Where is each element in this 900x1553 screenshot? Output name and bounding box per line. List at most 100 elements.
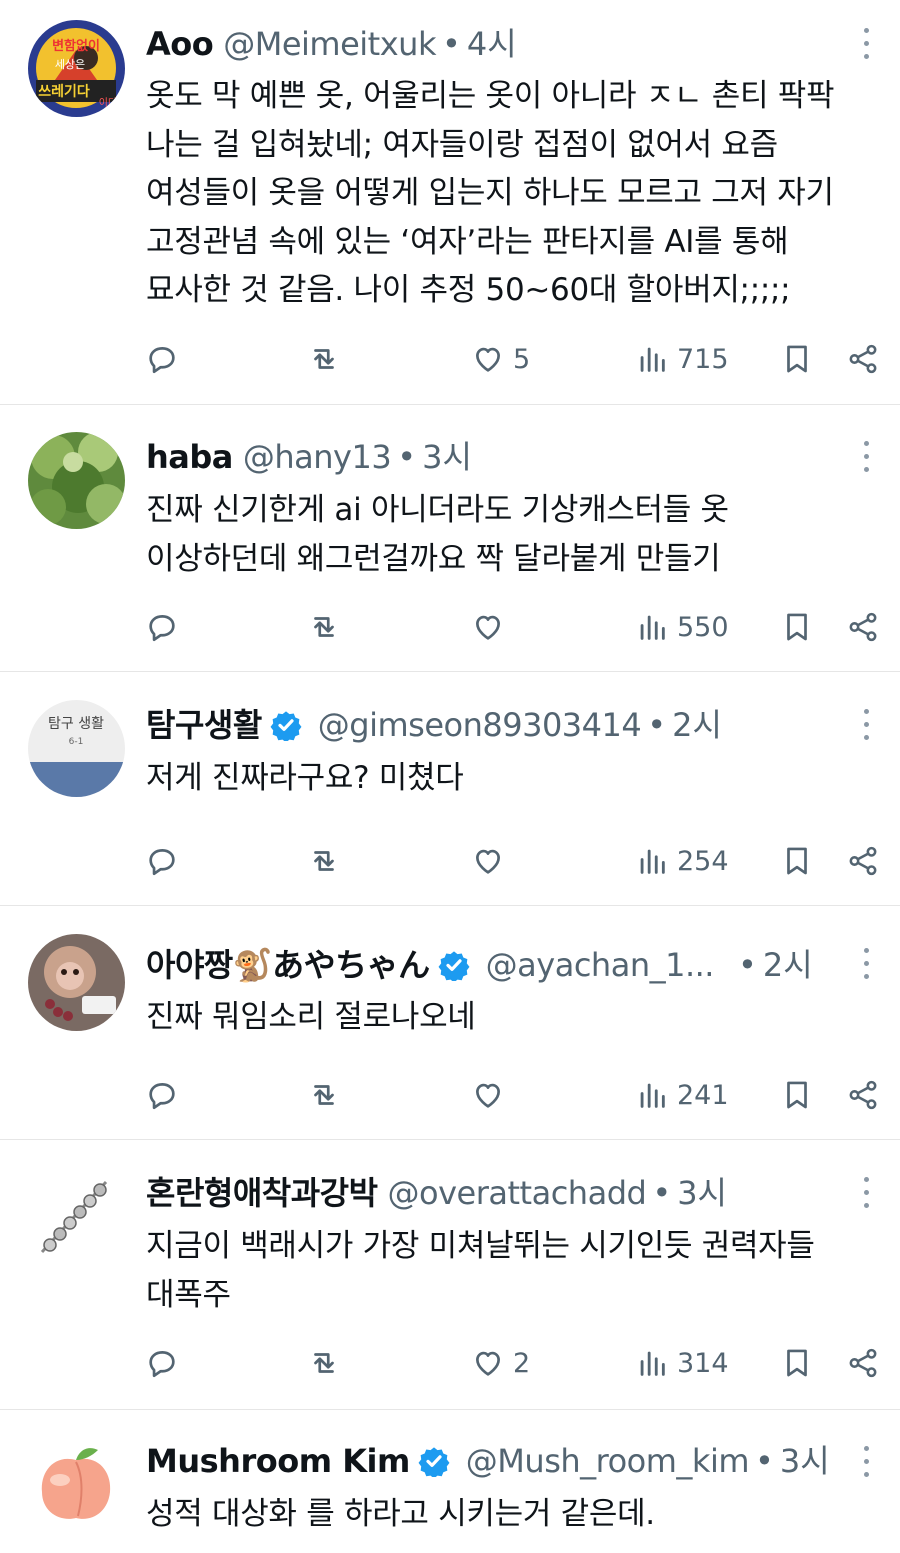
display-name[interactable]: 탐구생활 [146,703,262,747]
like-icon [476,849,500,874]
like-button[interactable]: 5 [471,334,530,384]
share-icon [849,1348,877,1378]
bookmark-button[interactable] [780,334,814,384]
bookmark-button[interactable] [780,1338,814,1388]
timestamp[interactable]: 2시 [763,943,813,987]
share-button[interactable] [846,334,880,384]
like-icon [476,615,500,640]
more-icon[interactable] [856,24,876,64]
views-button[interactable]: 550 [635,602,729,652]
timestamp[interactable]: 2시 [672,703,722,747]
reply-button[interactable] [145,334,179,384]
tweet-aoo[interactable]: 변함없이 세상은 쓰레기다 이다 Aoo @Meimeitxuk • 4시 옷도… [0,0,900,405]
display-name[interactable]: Aoo [146,22,214,66]
action-bar: 2 314 [0,1338,900,1388]
verified-badge-icon [438,949,470,981]
action-bar: 550 [0,602,900,652]
user-handle[interactable]: @overattachadd [388,1171,647,1215]
timestamp[interactable]: 3시 [422,435,472,479]
bookmark-icon [787,345,807,373]
share-icon [849,612,877,642]
tweet-header: 혼란형애착과강박 @overattachadd • 3시 [146,1171,830,1215]
tweet-text: 진짜 뭐임소리 절로나오네 [146,999,476,1035]
share-icon [849,344,877,374]
share-button[interactable] [846,1338,880,1388]
user-handle[interactable]: @Mush_room_kim [466,1439,750,1483]
avatar[interactable] [28,1170,125,1267]
views-icon [640,1351,665,1376]
display-name[interactable]: Mushroom Kim [146,1439,410,1483]
tweet-text: 옷도 막 예쁜 옷, 어울리는 옷이 아니라 ㅈㄴ 촌티 팍팍 나는 걸 입혀놨… [146,78,835,308]
share-icon [849,1080,877,1110]
more-icon[interactable] [856,944,876,984]
views-button[interactable]: 241 [635,1070,729,1120]
avatar[interactable] [28,934,125,1031]
reply-button[interactable] [145,602,179,652]
views-button[interactable]: 254 [635,836,729,886]
views-button[interactable]: 715 [635,334,729,384]
tweet-header: 탐구생활 @gimseon89303414 • 2시 [146,703,830,747]
reply-icon [149,615,175,642]
timestamp[interactable]: 3시 [677,1171,727,1215]
share-button[interactable] [846,602,880,652]
views-icon [640,347,665,372]
retweet-button[interactable] [307,334,341,384]
more-icon[interactable] [856,1442,876,1482]
user-handle[interactable]: @hany13 [243,435,392,479]
reply-icon [149,849,175,876]
bookmark-button[interactable] [780,1070,814,1120]
share-button[interactable] [846,836,880,886]
reply-button[interactable] [145,1070,179,1120]
avatar-logo-text: 변함없이 [52,38,100,54]
user-handle[interactable]: @gimseon89303414 [318,703,642,747]
tweet-text: 성적 대상화 를 하라고 시키는거 같은데. [146,1496,655,1532]
display-name[interactable]: haba [146,435,233,479]
verified-badge-icon [270,709,302,741]
share-button[interactable] [846,1070,880,1120]
action-bar: 241 [0,1070,900,1120]
view-count: 241 [677,1079,729,1111]
bookmark-button[interactable] [780,836,814,886]
tweet-overattachadd[interactable]: 혼란형애착과강박 @overattachadd • 3시 지금이 백래시가 가장… [0,1140,900,1410]
retweet-icon [314,349,334,369]
like-button[interactable] [471,602,513,652]
user-handle[interactable]: @ayachan_1... [486,943,715,987]
separator-dot: • [441,25,461,63]
tweet-haba[interactable]: haba @hany13 • 3시 진짜 신기한게 ai 아니더라도 기상캐스터… [0,405,900,672]
more-icon[interactable] [856,437,876,477]
more-icon[interactable] [856,1173,876,1213]
verified-badge-icon [418,1445,450,1477]
like-button[interactable] [471,836,513,886]
bookmark-button[interactable] [780,602,814,652]
retweet-button[interactable] [307,1070,341,1120]
tweet-tamgu[interactable]: 탐구 생활 6-1 탐구생활 @gimseon89303414 • 2시 저게 … [0,672,900,906]
retweet-button[interactable] [307,1338,341,1388]
like-button[interactable]: 2 [471,1338,530,1388]
avatar[interactable]: 탐구 생활 6-1 [28,700,125,797]
reply-button[interactable] [145,836,179,886]
like-count: 5 [513,343,531,375]
user-handle[interactable]: @Meimeitxuk [223,22,436,66]
share-icon [849,846,877,876]
tweet-ayachan[interactable]: 아야짱🐒あやちゃん @ayachan_1... • 2시 진짜 뭐임소리 절로나… [0,906,900,1140]
avatar[interactable]: 변함없이 세상은 쓰레기다 이다 [28,20,125,117]
timestamp[interactable]: 4시 [467,22,517,66]
display-name[interactable]: 아야짱🐒あやちゃん [146,943,430,987]
more-icon[interactable] [856,705,876,745]
view-count: 715 [677,343,729,375]
like-button[interactable] [471,1070,513,1120]
like-icon [476,1351,500,1376]
bookmark-icon [787,1349,807,1377]
tweet-text: 저게 진짜라구요? 미쳤다 [146,760,464,796]
reply-button[interactable] [145,1338,179,1388]
avatar-book-title: 탐구 생활 [48,716,104,732]
retweet-button[interactable] [307,836,341,886]
retweet-button[interactable] [307,602,341,652]
avatar[interactable] [28,432,125,529]
timestamp[interactable]: 3시 [780,1439,830,1483]
tweet-mushroomkim[interactable]: Mushroom Kim @Mush_room_kim • 3시 성적 대상화 … [0,1410,900,1553]
display-name[interactable]: 혼란형애착과강박 [146,1171,378,1215]
tweet-text: 지금이 백래시가 가장 미쳐날뛰는 시기인듯 권력자들 대폭주 [146,1228,815,1313]
views-button[interactable]: 314 [635,1338,729,1388]
avatar[interactable] [28,1438,125,1535]
